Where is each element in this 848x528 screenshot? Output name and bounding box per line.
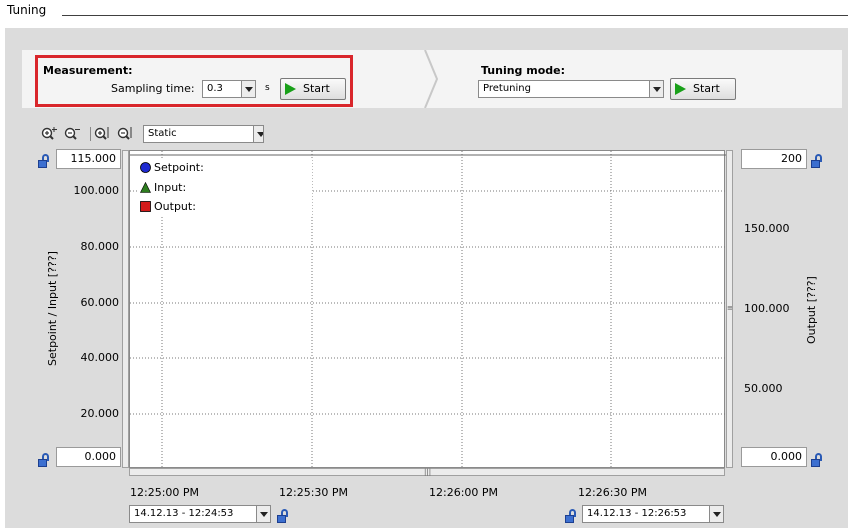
lock-icon[interactable] [811, 154, 823, 168]
sampling-time-label: Sampling time: [111, 82, 195, 95]
sampling-time-value: 0.3 [207, 83, 223, 94]
tuning-start-button[interactable]: Start [670, 78, 736, 100]
play-icon [285, 83, 296, 95]
chevron-down-icon[interactable] [709, 506, 723, 522]
play-icon [675, 83, 686, 95]
zoom-in-icon[interactable] [40, 126, 58, 142]
legend-label: Input: [154, 181, 187, 194]
right-axis-min-input[interactable]: 0.000 [741, 447, 807, 467]
zoom-fit-icon[interactable] [93, 126, 111, 142]
right-axis-scrollbar[interactable]: ≡ [726, 150, 733, 468]
x-tick-label: 12:26:00 PM [429, 486, 499, 499]
tuning-mode-select[interactable]: Pretuning [478, 80, 664, 98]
sampling-time-select[interactable]: 0.3 [202, 80, 256, 98]
view-mode-select[interactable]: Static [143, 125, 264, 143]
lock-icon[interactable] [811, 453, 823, 467]
chevron-down-icon[interactable] [241, 81, 255, 97]
plot-area[interactable] [129, 150, 726, 469]
legend-label: Output: [154, 200, 196, 213]
tuning-mode-value: Pretuning [483, 83, 531, 94]
lock-icon[interactable] [38, 154, 50, 168]
x-tick-label: 12:26:30 PM [578, 486, 648, 499]
time-scrollbar[interactable]: ||| [129, 468, 725, 476]
legend-triangle-marker [140, 182, 151, 193]
right-tick-label: 50.000 [744, 382, 783, 395]
tuning-mode-heading: Tuning mode: [481, 64, 566, 77]
left-axis-scrollbar[interactable] [122, 150, 129, 468]
x-tick-label: 12:25:30 PM [279, 486, 349, 499]
chevron-down-icon[interactable] [649, 81, 663, 97]
right-axis-label: Output [???] [805, 276, 818, 344]
time-end-select[interactable]: 14.12.13 - 12:26:53 [582, 505, 724, 523]
left-tick-label: 40.000 [80, 351, 120, 364]
right-tick-label: 100.000 [744, 302, 790, 315]
lock-icon[interactable] [565, 509, 577, 523]
step-arrow-divider [424, 50, 439, 108]
toolbar-separator [90, 127, 91, 141]
tuning-start-label: Start [693, 82, 720, 95]
x-tick-label: 12:25:00 PM [130, 486, 200, 499]
legend-circle-marker [140, 162, 151, 173]
time-end-value: 14.12.13 - 12:26:53 [587, 508, 687, 519]
left-tick-label: 80.000 [80, 240, 120, 253]
legend-square-marker [140, 201, 151, 212]
chevron-down-icon[interactable] [256, 506, 270, 522]
left-axis-label: Setpoint / Input [???] [46, 251, 59, 366]
left-tick-label: 60.000 [80, 296, 120, 309]
left-tick-label: 20.000 [80, 407, 120, 420]
legend-label: Setpoint: [154, 161, 204, 174]
measurement-heading: Measurement: [43, 64, 133, 77]
time-start-value: 14.12.13 - 12:24:53 [134, 508, 234, 519]
left-axis-max-input[interactable]: 115.000 [56, 149, 121, 169]
sampling-unit: s [265, 83, 270, 93]
window-title: Tuning [7, 3, 47, 17]
plot-grid [130, 151, 726, 469]
right-tick-label: 150.000 [744, 222, 790, 235]
right-axis-max-input[interactable]: 200 [741, 149, 807, 169]
time-start-select[interactable]: 14.12.13 - 12:24:53 [129, 505, 271, 523]
left-axis-min-input[interactable]: 0.000 [56, 447, 121, 467]
lock-icon[interactable] [277, 509, 289, 523]
zoom-out-icon[interactable] [63, 126, 81, 142]
title-divider [62, 15, 848, 16]
lock-icon[interactable] [38, 453, 50, 467]
chevron-down-icon[interactable] [253, 126, 263, 142]
measurement-start-button[interactable]: Start [280, 78, 346, 100]
zoom-reset-icon[interactable] [116, 126, 134, 142]
left-tick-label: 100.000 [73, 184, 120, 197]
measurement-start-label: Start [303, 82, 330, 95]
view-mode-value: Static [148, 128, 177, 139]
